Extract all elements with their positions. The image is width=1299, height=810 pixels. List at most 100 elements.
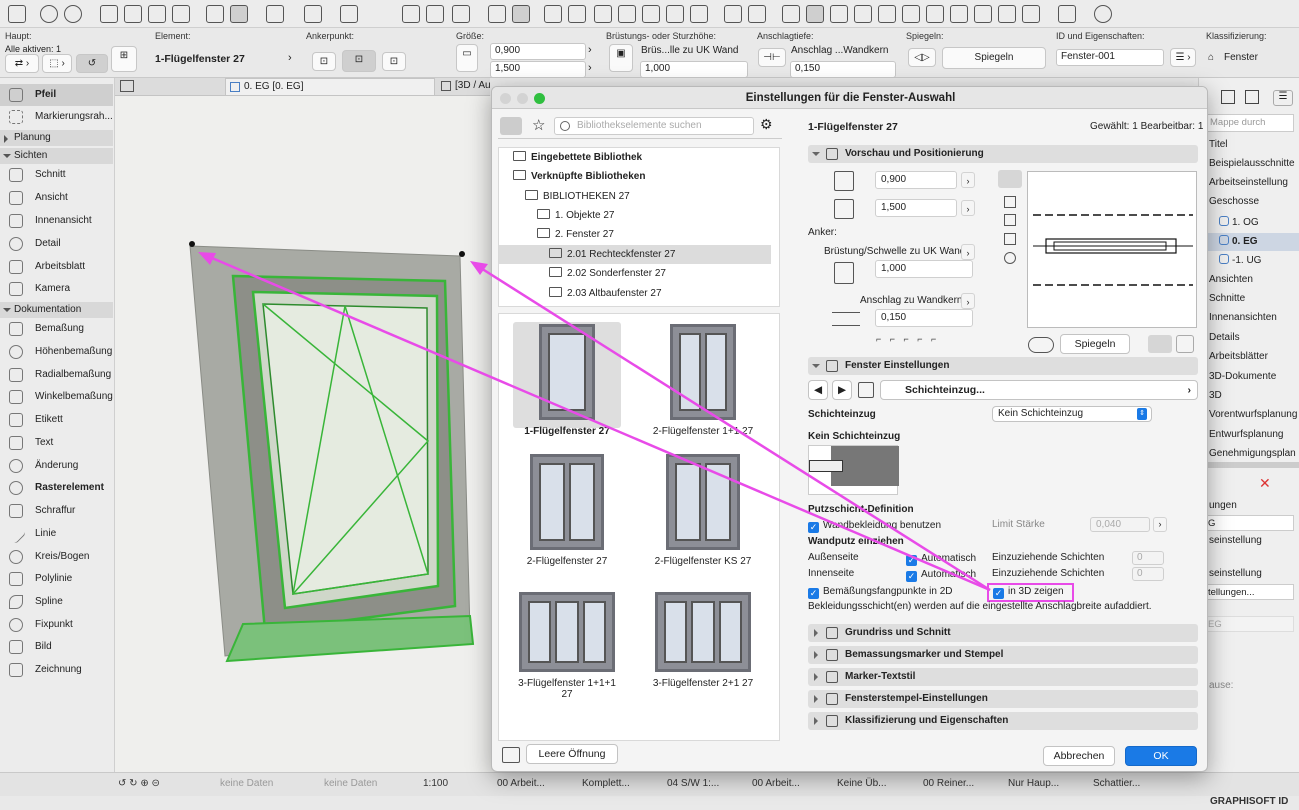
height-arrow-icon[interactable]: › xyxy=(588,62,592,74)
nav-item[interactable]: Geschosse xyxy=(1209,196,1259,207)
status-item[interactable]: 00 Reiner... xyxy=(923,778,974,789)
element-value[interactable]: 1-Flügelfenster 27 xyxy=(155,53,245,65)
tool-hoehenbemassung[interactable]: Höhenbemaßung xyxy=(0,341,113,363)
nav-item[interactable]: Schnitte xyxy=(1209,293,1245,304)
opening-right-icon[interactable] xyxy=(1176,335,1194,353)
nav-item[interactable]: Details xyxy=(1209,332,1240,343)
nav-item-1og[interactable]: 1. OG xyxy=(1219,216,1259,228)
split-icon[interactable] xyxy=(594,5,612,23)
status-item[interactable]: Keine Üb... xyxy=(837,778,886,789)
globe-icon[interactable] xyxy=(974,5,992,23)
anchor-left-button[interactable]: ⊡ xyxy=(312,52,336,71)
nav-item[interactable]: Vorentwurfsplanung xyxy=(1209,409,1297,420)
redo-icon[interactable] xyxy=(64,5,82,23)
aussen-layers-field[interactable]: 0 xyxy=(1132,551,1164,565)
nav-item[interactable]: Arbeitsblätter xyxy=(1209,351,1268,362)
height-arrow-button[interactable]: › xyxy=(961,200,975,216)
tool-winkelbemassung[interactable]: Winkelbemaßung xyxy=(0,386,113,408)
status-item[interactable]: 00 Arbeit... xyxy=(752,778,800,789)
section-stempel[interactable]: Fensterstempel-Einstellungen xyxy=(808,690,1198,708)
undo-icon[interactable] xyxy=(40,5,58,23)
cross-icon[interactable] xyxy=(206,5,224,23)
close-traffic-icon[interactable] xyxy=(500,93,511,104)
star-icon[interactable] xyxy=(782,5,800,23)
tab-overview-icon[interactable] xyxy=(120,80,134,92)
bemassung-checkbox[interactable]: ✓ Bemäßungsfangpunkte in 2D xyxy=(808,586,953,599)
3d-icon[interactable] xyxy=(902,5,920,23)
nav-item[interactable]: 3D-Dokumente xyxy=(1209,371,1276,382)
tool-radialbemassung[interactable]: Radialbemaßung xyxy=(0,364,113,386)
cancel-button[interactable]: Abbrechen xyxy=(1043,746,1115,766)
nav-item[interactable]: Innenansichten xyxy=(1209,312,1277,323)
wandbekleidung-checkbox[interactable]: ✓ Wandbekleidung benutzen xyxy=(808,520,941,533)
lib-fenster[interactable]: 2. Fenster 27 xyxy=(537,225,614,244)
number-icon[interactable] xyxy=(488,5,506,23)
lib-sonderfenster[interactable]: 2.02 Sonderfenster 27 xyxy=(549,264,666,283)
tool-kreis[interactable]: Kreis/Bogen xyxy=(0,546,113,568)
spiegeln-button[interactable]: Spiegeln xyxy=(1060,334,1130,354)
resize-icon[interactable] xyxy=(666,5,684,23)
align-icon[interactable] xyxy=(724,5,742,23)
section-klassifizierung[interactable]: Klassifizierung und Eigenschaften xyxy=(808,712,1198,730)
info-icon[interactable] xyxy=(1004,252,1016,264)
nav-item[interactable]: Titel xyxy=(1209,139,1228,150)
home-icon[interactable] xyxy=(690,5,708,23)
element-arrow-icon[interactable]: › xyxy=(288,52,292,64)
height-field[interactable]: 1,500 xyxy=(490,61,586,78)
nav-item-1ug[interactable]: -1. UG xyxy=(1219,254,1261,266)
zoom-traffic-icon[interactable] xyxy=(534,93,545,104)
spiegeln-button[interactable]: Spiegeln xyxy=(942,47,1046,69)
3d-viewport[interactable] xyxy=(115,96,495,772)
leere-oeffnung-button[interactable]: Leere Öffnung xyxy=(526,744,618,764)
thumb-3fluegel-21[interactable]: 3-Flügelfenster 2+1 27 xyxy=(649,592,757,689)
tool-pfeil[interactable]: Pfeil xyxy=(0,84,113,106)
anschlag-num-field[interactable]: 0,150 xyxy=(790,61,896,78)
corner-icon[interactable] xyxy=(618,5,636,23)
tool-bemassung[interactable]: Bemaßung xyxy=(0,318,113,340)
image-icon[interactable] xyxy=(950,5,968,23)
thumb-2fluegel-11[interactable]: 2-Flügelfenster 1+1 27 xyxy=(649,324,757,437)
section-preview-icon[interactable] xyxy=(1004,233,1016,245)
lib-linked[interactable]: Verknüpfte Bibliotheken xyxy=(513,167,645,186)
tool-markierung[interactable]: Markierungsrah... xyxy=(0,106,113,128)
distribute-icon[interactable] xyxy=(748,5,766,23)
section-bemassungsmarker[interactable]: Bemassungsmarker und Stempel xyxy=(808,646,1198,664)
injection-icon[interactable] xyxy=(148,5,166,23)
tool-detail[interactable]: Detail xyxy=(0,233,113,255)
prev-page-button[interactable]: ◀ xyxy=(808,380,828,400)
render-icon[interactable] xyxy=(878,5,896,23)
section-grundriss[interactable]: Grundriss und Schnitt xyxy=(808,624,1198,642)
elevation-preview-icon[interactable] xyxy=(1004,196,1016,208)
tool-schraffur[interactable]: Schraffur xyxy=(0,500,113,522)
library-mode-icon[interactable] xyxy=(500,117,522,135)
tool-innenansicht[interactable]: Innenansicht xyxy=(0,210,113,232)
anschlag-field[interactable]: 0,150 xyxy=(875,309,973,327)
tool-bild[interactable]: Bild xyxy=(0,636,113,658)
measure-icon[interactable] xyxy=(1022,5,1040,23)
cursor-icon[interactable] xyxy=(340,5,358,23)
width-arrow-icon[interactable]: › xyxy=(588,44,592,56)
snap-icon[interactable] xyxy=(230,5,248,23)
eraser-icon[interactable] xyxy=(568,5,586,23)
height-field[interactable]: 1,500 xyxy=(875,199,957,217)
arrow-icon[interactable] xyxy=(402,5,420,23)
view-icon[interactable] xyxy=(1094,5,1112,23)
innen-auto-checkbox[interactable]: ✓ Automatisch xyxy=(906,569,976,582)
group-planung[interactable]: Planung xyxy=(0,130,113,146)
section-fenster-einstellungen[interactable]: Fenster Einstellungen xyxy=(808,357,1198,375)
guide-icon[interactable] xyxy=(266,5,284,23)
window-type-icon[interactable]: ⊞ xyxy=(111,46,137,72)
bruestung-value[interactable]: Brüs...lle zu UK Wand xyxy=(641,45,738,56)
thumb-2fluegel-ks[interactable]: 2-Flügelfenster KS 27 xyxy=(649,454,757,567)
group-sichten[interactable]: Sichten xyxy=(0,148,113,164)
width-arrow-button[interactable]: › xyxy=(961,172,975,188)
sync-icon[interactable] xyxy=(1058,5,1076,23)
tool-zeichnung[interactable]: Zeichnung xyxy=(0,659,113,681)
page-list-icon[interactable] xyxy=(858,382,874,398)
anchor-center-button[interactable]: ⊡ xyxy=(342,50,376,72)
id-field[interactable]: Fenster-001 xyxy=(1056,49,1164,66)
layer-icon[interactable] xyxy=(806,5,824,23)
panel-splitter[interactable] xyxy=(1199,462,1299,468)
nav-item[interactable]: Beispielausschnitte xyxy=(1209,158,1295,169)
schichteinzug-select[interactable]: Kein Schichteinzug ⇕ xyxy=(992,406,1152,422)
